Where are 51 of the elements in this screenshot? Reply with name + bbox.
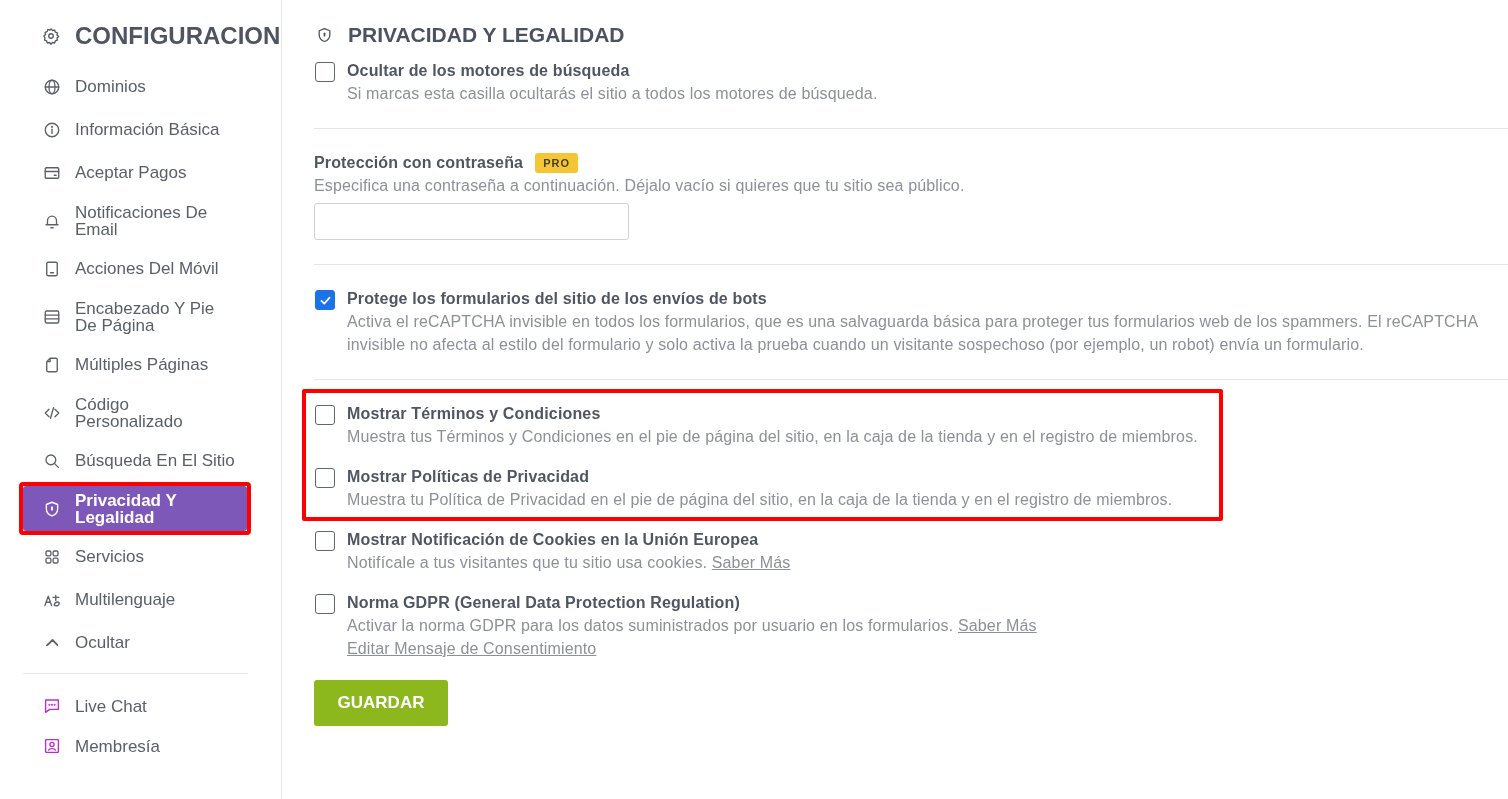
checkbox[interactable] (315, 290, 335, 310)
tablet-icon (43, 259, 61, 278)
sidebar-item[interactable]: Servicios (23, 535, 247, 578)
layout-icon (43, 307, 61, 326)
setting-title: Protege los formularios del sitio de los envíos de bots (347, 289, 767, 309)
setting-description: Activa el reCAPTCHA invisible en todos los formularios, que es una salvaguarda básica para proteger tus formularios web de los spammers. El reCAPTCHA invisible no afecta al estilo del formulario y solo activa la prueba cuando un visitante sospechoso (por ejemplo, un robot) envía un formulario. (347, 312, 1479, 355)
setting-description: Muestra tu Política de Privacidad en el pie de página del sitio, en la caja de la tienda y en el registro de miembros. (347, 490, 1173, 510)
shield-icon (43, 499, 61, 518)
setting-title: Mostrar Términos y Condiciones (347, 404, 601, 424)
setting-description: Activar la norma GDPR para los datos suministrados por usuario en los formularios. Saber Más (347, 616, 1037, 636)
sidebar-item[interactable]: Acciones Del Móvil (23, 247, 247, 290)
setting-description: Si marcas esta casilla ocultarás el sitio a todos los motores de búsqueda. (347, 84, 878, 104)
sidebar-item[interactable]: Encabezado Y Pie De Página (23, 290, 247, 343)
sidebar-item[interactable]: Dominios (23, 65, 247, 108)
settings-icon (42, 27, 60, 45)
checkbox[interactable] (315, 468, 335, 488)
sidebar-item[interactable]: Notificaciones De Email (23, 194, 247, 247)
setting-title: Mostrar Notificación de Cookies en la Unión Europea (347, 530, 759, 550)
checkbox[interactable] (315, 405, 335, 425)
checkbox[interactable] (315, 62, 335, 82)
sidebar-item[interactable]: Aceptar Pagos (23, 151, 247, 194)
grid-icon (43, 547, 61, 566)
sidebar-item[interactable]: Búsqueda En El Sitio (23, 439, 247, 482)
setting-description: Especifica una contraseña a continuación. Déjalo vacío si quieres que tu sitio sea público. (314, 176, 965, 196)
user-badge-icon (43, 737, 61, 755)
sidebar-item[interactable]: Código Personalizado (23, 386, 247, 439)
sidebar-item[interactable]: Privacidad Y Legalidad (23, 486, 247, 531)
setting-description: Muestra tus Términos y Condiciones en el pie de página del sitio, en la caja de la tienda y en el registro de miembros. (347, 427, 1198, 447)
setting-title: Norma GDPR (General Data Protection Regulation) (347, 593, 740, 613)
sidebar-item[interactable]: Múltiples Páginas (23, 343, 247, 386)
setting-title: Protección con contraseña (314, 153, 524, 173)
setting-title: Ocultar de los motores de búsqueda (347, 61, 630, 81)
checkbox[interactable] (315, 594, 335, 614)
sidebar-item[interactable]: Multilenguaje (23, 578, 247, 621)
collapse-toggle[interactable]: Ocultar (23, 621, 247, 664)
shield-icon (316, 26, 333, 44)
password-field[interactable] (314, 203, 629, 240)
pro-badge: PRO (535, 153, 578, 173)
info-icon (43, 120, 61, 139)
sidebar-app-item[interactable]: Membresía (23, 726, 247, 766)
globe-icon (43, 77, 61, 96)
page-title: PRIVACIDAD Y LEGALIDAD (348, 23, 625, 47)
search-icon (43, 451, 61, 470)
setting-description: Notifícale a tus visitantes que tu sitio usa cookies. Saber Más (347, 553, 791, 573)
setting-title: Mostrar Políticas de Privacidad (347, 467, 590, 487)
sidebar-app-item[interactable]: Live Chat (23, 686, 247, 726)
sidebar-title: CONFIGURACION (75, 22, 281, 50)
checkbox[interactable] (315, 531, 335, 551)
chat-icon (43, 697, 61, 715)
sidebar-item[interactable]: Información Básica (23, 108, 247, 151)
page-icon (43, 355, 61, 374)
